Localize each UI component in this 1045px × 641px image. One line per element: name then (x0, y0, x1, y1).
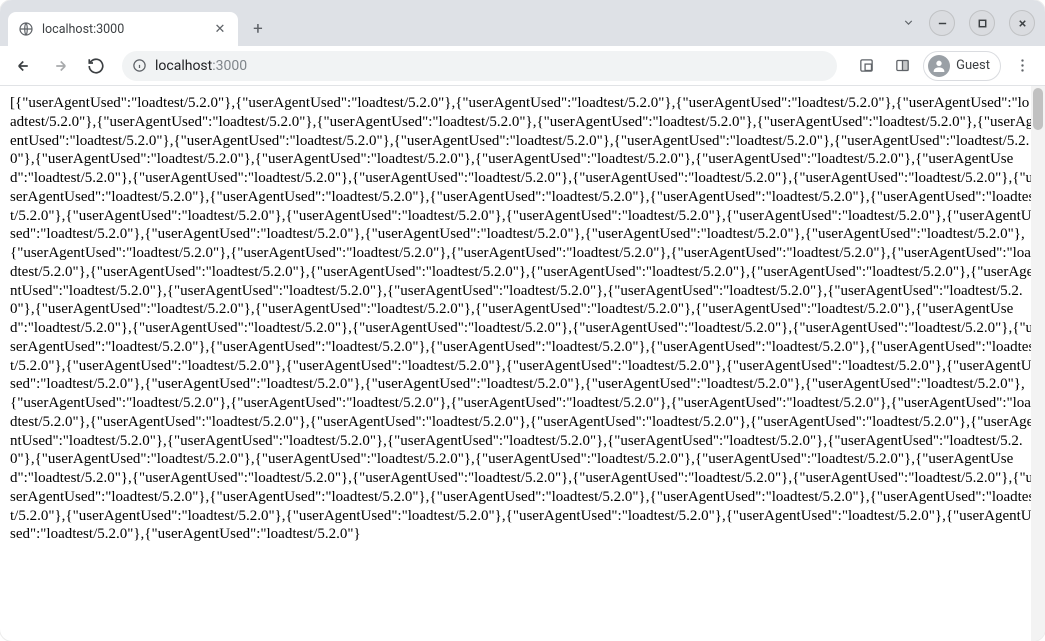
maximize-button[interactable] (969, 10, 995, 36)
minimize-button[interactable] (929, 10, 955, 36)
viewport: [{"userAgentUsed":"loadtest/5.2.0"},{"us… (0, 86, 1045, 641)
url-text: localhost:3000 (155, 58, 247, 74)
close-window-button[interactable] (1009, 10, 1035, 36)
tab-search-chevron-icon[interactable] (902, 16, 915, 33)
url-port: :3000 (212, 58, 247, 74)
globe-icon (18, 21, 34, 37)
avatar-icon (928, 55, 950, 77)
browser-window: localhost:3000 ✕ + (0, 0, 1045, 641)
tab-title: localhost:3000 (42, 22, 204, 37)
install-pwa-icon[interactable] (851, 51, 881, 81)
new-tab-button[interactable]: + (244, 15, 272, 43)
reload-button[interactable] (80, 50, 112, 82)
json-response-text: [{"userAgentUsed":"loadtest/5.2.0"},{"us… (10, 94, 1035, 544)
url-host: localhost (155, 58, 212, 74)
page-content[interactable]: [{"userAgentUsed":"loadtest/5.2.0"},{"us… (0, 86, 1045, 641)
forward-button[interactable] (44, 50, 76, 82)
profile-button[interactable]: Guest (923, 51, 1001, 81)
toolbar-right: Guest (847, 51, 1037, 81)
tab-close-button[interactable]: ✕ (212, 21, 228, 37)
site-info-icon[interactable] (132, 58, 147, 73)
profile-label: Guest (956, 58, 990, 73)
address-bar[interactable]: localhost:3000 (122, 51, 837, 81)
scrollbar-track[interactable] (1031, 86, 1045, 641)
side-panel-icon[interactable] (887, 51, 917, 81)
back-button[interactable] (8, 50, 40, 82)
kebab-menu-icon[interactable] (1007, 51, 1037, 81)
scrollbar-thumb[interactable] (1033, 88, 1043, 130)
window-controls (929, 10, 1035, 36)
titlebar: localhost:3000 ✕ + (0, 0, 1045, 46)
toolbar: localhost:3000 Guest (0, 46, 1045, 86)
browser-tab[interactable]: localhost:3000 ✕ (8, 12, 238, 46)
